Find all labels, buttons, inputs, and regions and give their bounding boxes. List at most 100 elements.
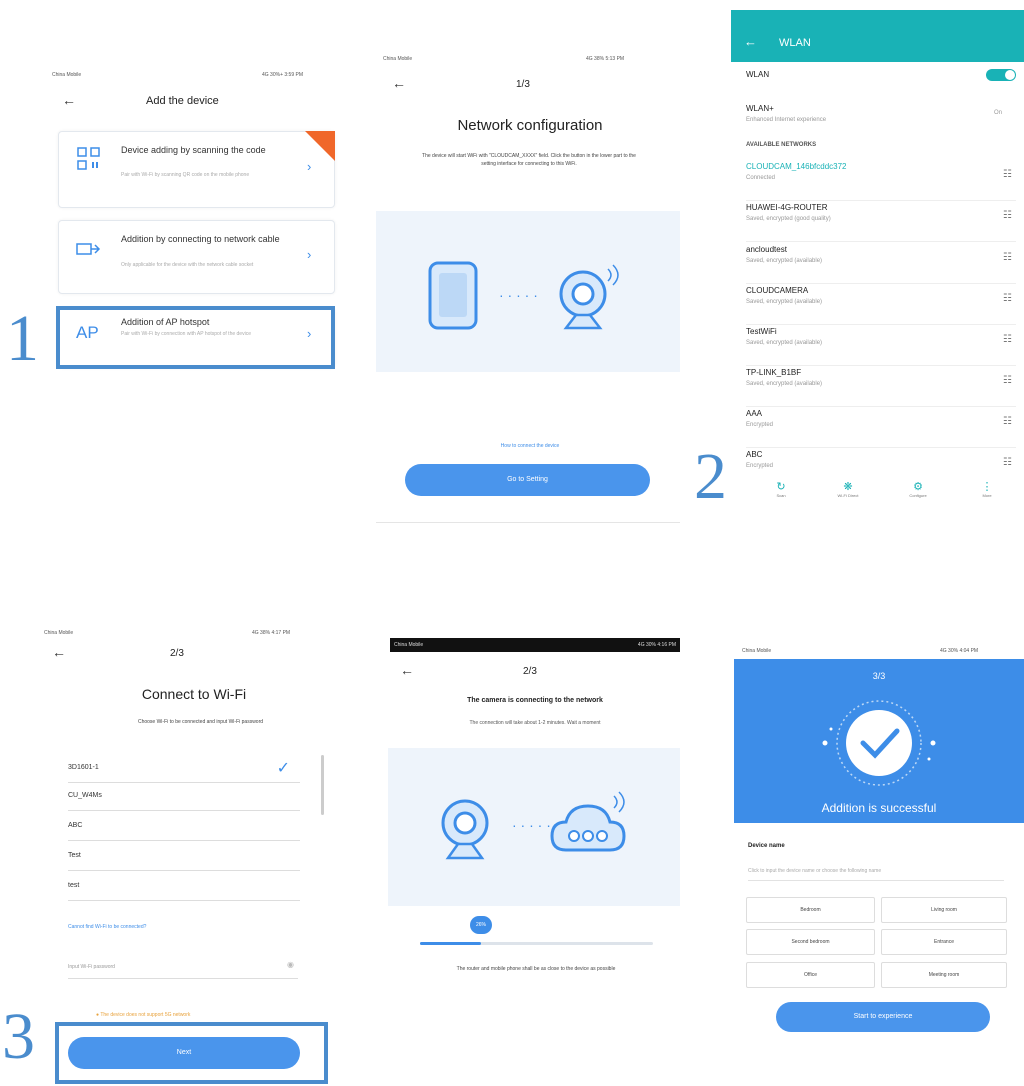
wifi-list-item[interactable]: test <box>68 876 300 901</box>
network-row[interactable]: TestWiFi Saved, encrypted (available) ☷ <box>746 324 1016 366</box>
chevron-right-icon: › <box>307 159 312 174</box>
network-row[interactable]: CLOUDCAM_146bfcddc372 Connected ☷ <box>746 159 1016 201</box>
network-row[interactable]: TP-LINK_B1BF Saved, encrypted (available… <box>746 365 1016 407</box>
wifi-lock-icon: ☷ <box>1003 210 1012 221</box>
progress-track <box>420 942 653 945</box>
page-title: Connect to Wi-Fi <box>141 686 247 702</box>
page-title: Network configuration <box>457 117 603 134</box>
start-experience-button[interactable]: Start to experience <box>776 1002 990 1032</box>
success-banner: 3/3 Addition is successful <box>734 659 1024 823</box>
status-bar-right: 4G 30% 4:04 PM <box>940 648 979 654</box>
available-networks-header: AVAILABLE NETWORKS <box>746 142 817 148</box>
carrier-label: China Mobile <box>52 72 82 78</box>
carrier-label: China Mobile <box>44 630 74 636</box>
scan-label: Scan <box>776 493 786 498</box>
warning-note-text: The device does not support 5G network <box>100 1012 191 1018</box>
wifi-name: ABC <box>68 822 83 829</box>
wifi-lock-icon: ☷ <box>1003 375 1012 386</box>
network-name: ancloudtest <box>746 245 787 254</box>
svg-text:· · · · ·: · · · · · <box>499 287 538 303</box>
cannot-find-wifi-link[interactable]: Cannot find Wi-Fi to be connected? <box>68 924 146 930</box>
wlan-plus-subtitle: Enhanced Internet experience <box>746 117 827 123</box>
wlan-label: WLAN <box>746 70 770 79</box>
network-row[interactable]: CLOUDCAMERA Saved, encrypted (available)… <box>746 283 1016 325</box>
wifi-name: test <box>68 882 80 889</box>
room-option-second-bedroom[interactable]: Second bedroom <box>746 929 875 955</box>
network-name: AAA <box>746 409 763 418</box>
scan-button[interactable]: ↻ Scan <box>766 480 796 498</box>
more-vert-icon: ⋮ <box>981 481 993 493</box>
room-option-office[interactable]: Office <box>746 962 875 988</box>
device-name-placeholder: Click to input the device name or choose… <box>748 868 882 874</box>
connecting-title: The camera is connecting to the network <box>467 697 603 704</box>
network-status: Connected <box>746 175 776 181</box>
wifi-name: 3D1601-1 <box>68 764 99 771</box>
network-name: TP-LINK_B1BF <box>746 368 802 377</box>
step-indicator: 3/3 <box>872 671 886 681</box>
status-bar: China Mobile 4G 30% 4:16 PM <box>390 638 680 652</box>
network-row[interactable]: AAA Encrypted ☷ <box>746 406 1016 448</box>
network-status: Saved, encrypted (good quality) <box>746 216 831 222</box>
more-button[interactable]: ⋮ More <box>972 480 1002 498</box>
back-arrow-icon[interactable]: ← <box>744 34 757 49</box>
step-indicator: 1/3 <box>516 79 530 90</box>
list-scrollbar[interactable] <box>321 755 324 815</box>
wlan-plus-label[interactable]: WLAN+ <box>746 104 774 113</box>
step-number-3: 3 <box>2 1000 35 1073</box>
step1-highlight-box <box>56 306 335 369</box>
config-description: The device will start WiFi with "CLOUDCA… <box>422 153 636 167</box>
go-to-setting-button[interactable]: Go to Setting <box>405 464 650 496</box>
item-subtitle: Only applicable for the device with the … <box>121 262 254 268</box>
device-name-label: Device name <box>748 843 785 849</box>
network-name: ABC <box>746 450 763 459</box>
connect-description: Choose Wi-Fi to be connected and input W… <box>137 719 264 725</box>
network-status: Saved, encrypted (available) <box>746 258 823 264</box>
wifi-list-item[interactable]: 3D1601-1 ✓ <box>68 758 300 783</box>
wifi-list-item[interactable]: CU_W4Ms <box>68 786 300 811</box>
item-subtitle: Pair with Wi-Fi by scanning QR code on t… <box>121 172 250 178</box>
connecting-description: The connection will take about 1-2 minut… <box>469 720 601 726</box>
illustration-area: · · · · · <box>376 211 680 372</box>
more-label: More <box>982 493 992 498</box>
back-arrow-icon[interactable]: ← <box>392 75 406 91</box>
network-row[interactable]: ancloudtest Saved, encrypted (available)… <box>746 242 1016 284</box>
carrier-label: China Mobile <box>394 642 424 648</box>
refresh-icon: ↻ <box>776 481 786 493</box>
room-option-meeting-room[interactable]: Meeting room <box>881 962 1007 988</box>
how-to-connect-link[interactable]: How to connect the device <box>380 443 680 449</box>
room-option-living-room[interactable]: Living room <box>881 897 1007 923</box>
item-title: Device adding by scanning the code <box>121 145 266 155</box>
add-by-cable-card[interactable]: Addition by connecting to network cable … <box>58 220 335 294</box>
chevron-right-icon: › <box>307 247 312 262</box>
qr-code-icon <box>77 147 101 171</box>
wifi-lock-icon: ☷ <box>1003 293 1012 304</box>
eye-icon[interactable]: ◉ <box>287 960 294 969</box>
configure-button[interactable]: ⚙ Configure <box>898 480 938 498</box>
wifi-lock-icon: ☷ <box>1003 334 1012 345</box>
network-name: TestWiFi <box>746 327 777 336</box>
network-row[interactable]: HUAWEI-4G-ROUTER Saved, encrypted (good … <box>746 200 1016 242</box>
device-name-input[interactable]: Click to input the device name or choose… <box>748 866 1004 881</box>
wifi-direct-button[interactable]: ❋ Wi-Fi Direct <box>828 480 868 498</box>
network-status: Saved, encrypted (available) <box>746 299 823 305</box>
add-by-scan-card[interactable]: Device adding by scanning the code Pair … <box>58 131 335 208</box>
back-arrow-icon[interactable]: ← <box>52 644 66 660</box>
back-arrow-icon[interactable]: ← <box>62 92 76 108</box>
wlan-toggle[interactable] <box>986 69 1016 81</box>
back-arrow-icon[interactable]: ← <box>400 662 414 678</box>
room-option-bedroom[interactable]: Bedroom <box>746 897 875 923</box>
wifi-direct-icon: ❋ <box>843 481 853 493</box>
room-option-entrance[interactable]: Entrance <box>881 929 1007 955</box>
configure-label: Configure <box>909 493 927 498</box>
wifi-password-field[interactable]: Input Wi-Fi password ◉ <box>68 956 298 979</box>
wifi-list-item[interactable]: ABC <box>68 816 300 841</box>
wlan-plus-value: On <box>994 110 1003 116</box>
status-bar-right: 4G 30% 4:16 PM <box>637 642 676 648</box>
wifi-lock-icon: ☷ <box>1003 416 1012 427</box>
network-name: CLOUDCAM_146bfcddc372 <box>746 162 847 171</box>
checkmark-icon: ✓ <box>276 760 290 777</box>
gear-icon: ⚙ <box>913 481 923 493</box>
wifi-name: CU_W4Ms <box>68 792 102 799</box>
wifi-lock-icon: ☷ <box>1003 252 1012 263</box>
wifi-list-item[interactable]: Test <box>68 846 300 871</box>
